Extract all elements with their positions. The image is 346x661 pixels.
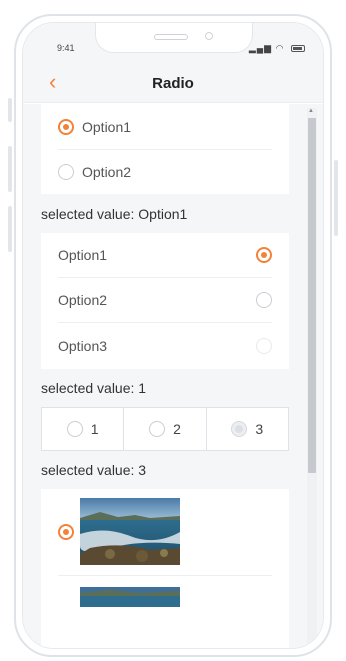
divider — [58, 149, 272, 150]
image-radio-card — [41, 489, 289, 648]
volume-button-2 — [8, 146, 12, 192]
radio-unchecked-icon[interactable] — [66, 421, 83, 437]
radio-segment-2[interactable]: 2 — [124, 408, 207, 450]
camera-icon — [205, 32, 213, 40]
status-icons: ▂▄▆ ◠ — [249, 43, 305, 54]
radio-checked-icon[interactable] — [58, 524, 74, 540]
radio-unchecked-icon[interactable] — [58, 164, 74, 180]
radio-option-label: Option2 — [82, 164, 132, 180]
divider — [58, 322, 272, 323]
selected-value-text: selected value: 3 — [41, 462, 147, 478]
speaker-icon — [154, 34, 188, 40]
radio-cell-label: Option3 — [58, 338, 108, 354]
status-time: 9:41 — [57, 43, 75, 53]
phone-screen: 9:41 ▂▄▆ ◠ ‹ Radio Option1 Option2 selec… — [22, 22, 324, 649]
radio-disabled-checked-icon — [231, 421, 248, 437]
radio-cell-label: Option1 — [58, 247, 108, 263]
radio-cell-card: Option1 Option2 Option3 — [41, 233, 289, 369]
nav-bar: ‹ Radio — [23, 63, 323, 103]
divider — [58, 277, 272, 278]
radio-checked-icon[interactable] — [256, 247, 272, 263]
radio-segment-label: 3 — [255, 421, 264, 437]
signal-icon: ▂▄▆ — [248, 43, 273, 53]
wifi-icon: ◠ — [275, 43, 285, 53]
radio-unchecked-icon[interactable] — [149, 421, 166, 437]
volume-button-1 — [8, 98, 12, 122]
scrollbar-thumb[interactable] — [308, 118, 316, 473]
scrollbar[interactable]: ▲ — [307, 108, 317, 648]
radio-cell-3[interactable]: Option3 — [41, 335, 289, 357]
scroll-up-icon[interactable]: ▲ — [308, 108, 314, 114]
radio-segment-label: 1 — [90, 421, 99, 437]
seascape-image — [80, 587, 180, 607]
radio-segment-3: 3 — [207, 408, 288, 450]
radio-unchecked-icon[interactable] — [256, 292, 272, 308]
radio-option-label: Option1 — [82, 119, 132, 135]
radio-segment-1[interactable]: 1 — [42, 408, 125, 450]
radio-segment-label: 2 — [173, 421, 181, 437]
radio-button-group: 1 2 3 — [41, 407, 289, 451]
radio-list-card: Option1 Option2 — [41, 104, 289, 194]
radio-disabled-icon — [256, 338, 272, 354]
radio-cell-2[interactable]: Option2 — [41, 289, 289, 311]
volume-button-3 — [8, 206, 12, 252]
seascape-image — [80, 498, 180, 565]
power-button — [334, 160, 338, 236]
status-bar: 9:41 ▂▄▆ ◠ — [23, 23, 323, 63]
selected-value-text: selected value: Option1 — [41, 206, 188, 222]
divider — [58, 575, 272, 576]
content-area[interactable]: Option1 Option2 selected value: Option1 … — [23, 104, 323, 648]
radio-cell-1[interactable]: Option1 — [41, 244, 289, 266]
radio-cell-label: Option2 — [58, 292, 108, 308]
page-title: Radio — [152, 75, 194, 92]
phone-notch — [95, 23, 253, 53]
radio-checked-icon[interactable] — [58, 119, 74, 135]
radio-option-2[interactable]: Option2 — [41, 161, 289, 183]
battery-icon — [291, 45, 305, 53]
radio-option-1[interactable]: Option1 — [41, 116, 289, 138]
selected-value-text: selected value: 1 — [41, 380, 147, 396]
